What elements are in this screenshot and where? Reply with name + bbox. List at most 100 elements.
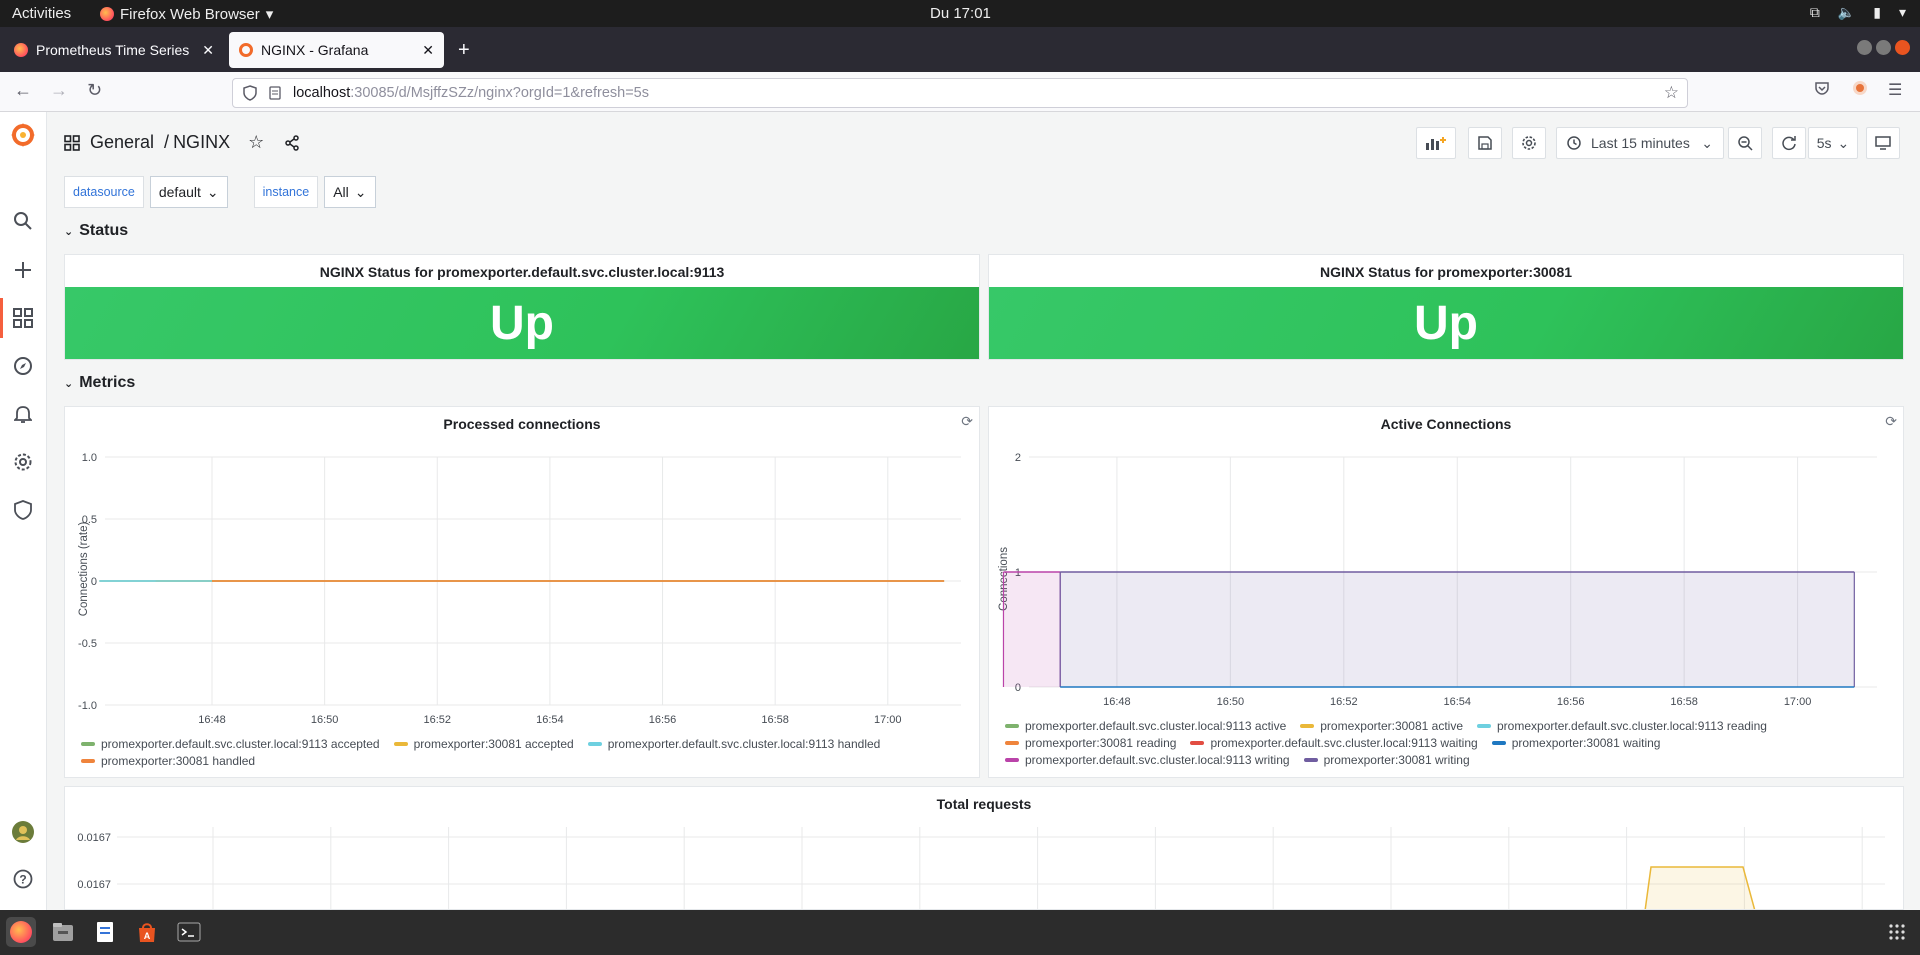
alerting-bell-icon[interactable] xyxy=(10,401,36,427)
legend-item[interactable]: promexporter:30081 active xyxy=(1300,719,1463,733)
legend-item[interactable]: promexporter.default.svc.cluster.local:9… xyxy=(81,737,380,751)
legend-item[interactable]: promexporter:30081 accepted xyxy=(393,737,574,751)
extension-icon[interactable] xyxy=(1852,80,1868,101)
tab-prometheus[interactable]: Prometheus Time Series ✕ xyxy=(4,32,224,68)
refresh-button[interactable] xyxy=(1772,127,1806,159)
software-center-dock-icon[interactable]: A xyxy=(132,917,162,947)
legend-item[interactable]: promexporter.default.svc.cluster.local:9… xyxy=(1477,719,1767,733)
gear-icon xyxy=(1522,136,1536,150)
minimize-button[interactable] xyxy=(1857,40,1872,55)
dashboard-title[interactable]: NGINX xyxy=(173,132,230,153)
row-header-metrics[interactable]: ⌄ Metrics xyxy=(64,374,135,392)
show-applications-icon[interactable] xyxy=(1882,917,1912,947)
legend-item[interactable]: promexporter.default.svc.cluster.local:9… xyxy=(1005,719,1286,733)
firefox-dock-icon[interactable] xyxy=(6,917,36,947)
series-area xyxy=(1003,572,1061,687)
x-tick-label: 16:54 xyxy=(1443,696,1471,707)
save-dashboard-button[interactable] xyxy=(1468,127,1502,159)
hamburger-menu-icon[interactable]: ☰ xyxy=(1888,80,1902,100)
legend-item[interactable]: promexporter.default.svc.cluster.local:9… xyxy=(1005,753,1290,767)
legend-swatch xyxy=(1005,758,1019,762)
dashboard-settings-button[interactable] xyxy=(1512,127,1546,159)
close-icon[interactable]: ✕ xyxy=(202,42,214,59)
legend-label: promexporter:30081 reading xyxy=(1025,736,1177,750)
terminal-dock-icon[interactable] xyxy=(174,917,204,947)
star-icon[interactable]: ☆ xyxy=(248,132,264,153)
system-tray[interactable]: ⧉ 🔈 ▮ ▾ xyxy=(1810,4,1906,21)
plus-icon[interactable] xyxy=(10,257,36,283)
legend-item[interactable]: promexporter.default.svc.cluster.local:9… xyxy=(1190,736,1478,750)
shield-icon[interactable] xyxy=(243,85,257,101)
search-icon[interactable] xyxy=(10,208,36,234)
tab-grafana[interactable]: NGINX - Grafana ✕ xyxy=(229,32,444,68)
svg-text:?: ? xyxy=(19,873,26,887)
tv-mode-button[interactable] xyxy=(1866,127,1900,159)
legend-swatch xyxy=(1005,724,1019,728)
dashboards-icon[interactable] xyxy=(10,305,36,331)
server-admin-shield-icon[interactable] xyxy=(10,497,36,523)
add-panel-button[interactable] xyxy=(1416,127,1456,159)
configuration-gear-icon[interactable] xyxy=(10,449,36,475)
series-area xyxy=(1060,572,1855,687)
document-viewer-dock-icon[interactable] xyxy=(90,917,120,947)
legend-label: promexporter.default.svc.cluster.local:9… xyxy=(607,737,881,751)
legend-item[interactable]: promexporter:30081 handled xyxy=(81,754,255,768)
y-tick-label: 0.0167 xyxy=(77,832,111,844)
forward-button[interactable]: → xyxy=(50,80,68,101)
breadcrumb-folder[interactable]: General xyxy=(90,132,154,153)
stat-value: Up xyxy=(65,287,979,359)
zoom-out-button[interactable] xyxy=(1728,127,1762,159)
new-tab-button[interactable]: + xyxy=(458,39,470,62)
back-button[interactable]: ← xyxy=(14,80,32,101)
variable-select-instance[interactable]: All ⌄ xyxy=(324,176,376,208)
x-tick-label: 16:56 xyxy=(649,714,677,726)
x-tick-label: 17:00 xyxy=(1784,696,1812,707)
legend-label: promexporter.default.svc.cluster.local:9… xyxy=(101,737,380,751)
clock[interactable]: Du 17:01 xyxy=(930,5,991,22)
page-info-icon[interactable] xyxy=(269,86,281,100)
panel-title[interactable]: NGINX Status for promexporter.default.sv… xyxy=(65,264,979,280)
y-tick-label: 0 xyxy=(91,576,97,588)
legend-label: promexporter:30081 handled xyxy=(101,754,256,768)
files-dock-icon[interactable] xyxy=(48,917,78,947)
legend-swatch xyxy=(587,742,602,746)
user-avatar[interactable] xyxy=(10,819,36,845)
system-menu-chevron-icon: ▾ xyxy=(1898,4,1906,20)
volume-icon: 🔈 xyxy=(1837,4,1856,20)
time-picker-button[interactable]: Last 15 minutes ⌄ xyxy=(1556,127,1724,159)
url-path: :30085/d/MsjffzSZz/nginx?orgId=1&refresh… xyxy=(350,85,649,101)
breadcrumb: General / NGINX ☆ xyxy=(64,132,300,153)
y-tick-label: 1.0 xyxy=(82,452,97,464)
chart-active-connections[interactable]: Connections 21016:4816:5016:5216:5416:56… xyxy=(989,407,1905,707)
reload-button[interactable]: ↻ xyxy=(87,80,102,101)
chart-processed-connections[interactable]: Connections (rate) 1.0 0.5 0 -0.5 -1.0 16:48 1… xyxy=(65,407,981,727)
legend-item[interactable]: promexporter:30081 waiting xyxy=(1491,736,1660,750)
chevron-down-icon: ▾ xyxy=(265,6,274,23)
close-window-button[interactable] xyxy=(1895,40,1910,55)
close-icon[interactable]: ✕ xyxy=(422,42,434,59)
variable-select-datasource[interactable]: default ⌄ xyxy=(149,176,228,208)
legend-label: promexporter:30081 active xyxy=(1320,719,1463,733)
explore-compass-icon[interactable] xyxy=(10,353,36,379)
legend-item[interactable]: promexporter.default.svc.cluster.local:9… xyxy=(587,737,881,751)
grafana-logo-icon[interactable] xyxy=(10,122,36,148)
app-menu[interactable]: Firefox Web Browser ▾ xyxy=(100,5,273,23)
y-axis-label: Connections (rate) xyxy=(78,522,90,617)
activities-button[interactable]: Activities xyxy=(12,5,71,22)
share-icon[interactable] xyxy=(284,134,300,151)
url-bar[interactable]: localhost:30085/d/MsjffzSZz/nginx?orgId=… xyxy=(232,78,1688,108)
refresh-interval-picker[interactable]: 5s ⌄ xyxy=(1808,127,1858,159)
row-header-status[interactable]: ⌄ Status xyxy=(64,222,128,240)
panel-title[interactable]: NGINX Status for promexporter:30081 xyxy=(989,264,1903,280)
x-tick-label: 16:58 xyxy=(761,714,789,726)
legend-swatch xyxy=(81,742,95,746)
legend-item[interactable]: promexporter:30081 reading xyxy=(1005,736,1176,750)
legend-item[interactable]: promexporter:30081 writing xyxy=(1303,753,1470,767)
x-tick-label: 16:52 xyxy=(423,714,451,726)
help-icon[interactable]: ? xyxy=(10,866,36,892)
bookmark-star-icon[interactable]: ☆ xyxy=(1664,83,1679,103)
maximize-button[interactable] xyxy=(1876,40,1891,55)
chart-total-requests[interactable]: 0.0167 0.0167 xyxy=(65,787,1904,910)
pocket-icon[interactable] xyxy=(1814,80,1830,101)
y-tick-label: 2 xyxy=(1015,452,1021,464)
